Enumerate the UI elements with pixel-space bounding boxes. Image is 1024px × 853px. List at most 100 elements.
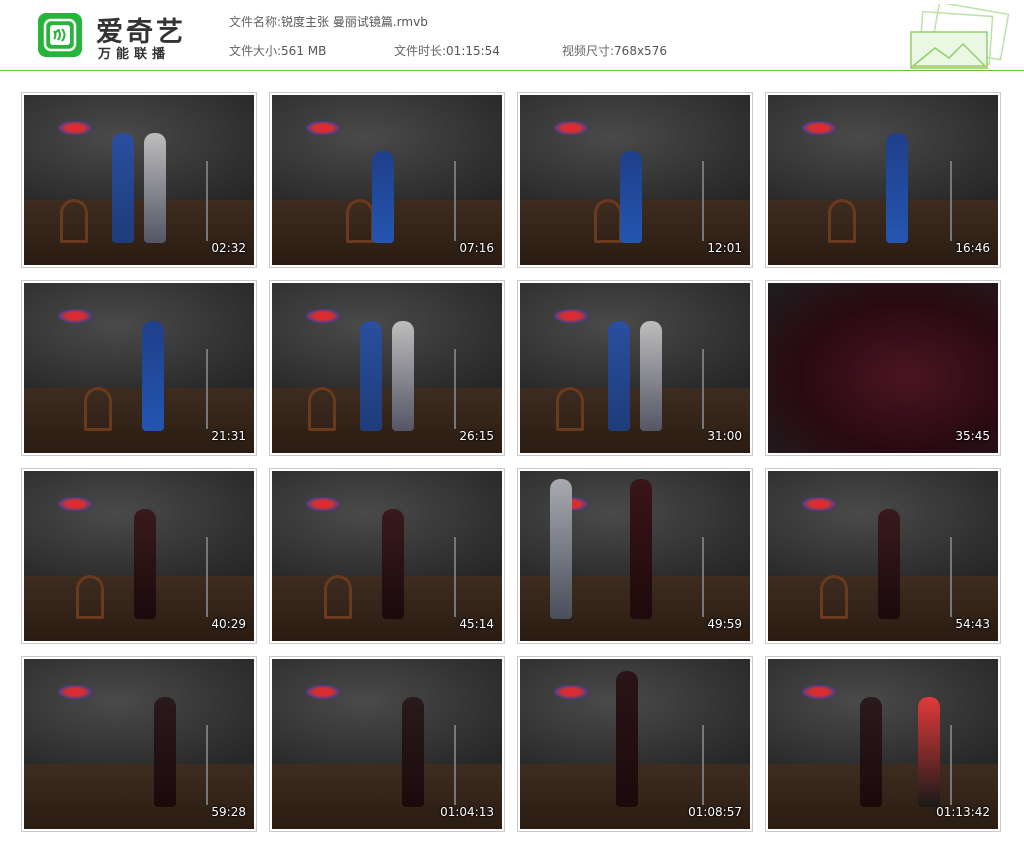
light-stand (206, 161, 208, 241)
video-thumbnail[interactable]: 59:28 (21, 656, 257, 832)
light-stand (454, 161, 456, 241)
header-divider (0, 70, 1024, 71)
chair (308, 387, 336, 431)
person-figure (886, 133, 908, 243)
thumbnail-image: 45:14 (272, 471, 502, 641)
watermark-logo (802, 121, 836, 135)
light-stand (454, 537, 456, 617)
video-thumbnail[interactable]: 12:01 (517, 92, 753, 268)
video-thumbnail[interactable]: 26:15 (269, 280, 505, 456)
light-stand (950, 161, 952, 241)
person-figure (918, 697, 940, 807)
light-stand (702, 161, 704, 241)
floor (520, 388, 750, 453)
file-size-value: 561 MB (281, 44, 327, 58)
timestamp-label: 45:14 (459, 617, 494, 631)
video-thumbnail[interactable]: 01:13:42 (765, 656, 1001, 832)
video-thumbnail[interactable]: 45:14 (269, 468, 505, 644)
video-thumbnail[interactable]: 40:29 (21, 468, 257, 644)
chair (820, 575, 848, 619)
file-size-label: 文件大小: (229, 44, 282, 58)
person-figure (402, 697, 424, 807)
wall (520, 283, 750, 389)
video-thumbnail[interactable]: 01:08:57 (517, 656, 753, 832)
brand-subtitle: 万能联播 (98, 47, 171, 62)
timestamp-label: 01:08:57 (688, 805, 742, 819)
person-figure (372, 151, 394, 243)
person-figure (144, 133, 166, 243)
file-duration-row: 文件时长:01:15:54 (394, 42, 500, 59)
floor (768, 764, 998, 829)
video-thumbnail[interactable]: 01:04:13 (269, 656, 505, 832)
thumbnail-image: 40:29 (24, 471, 254, 641)
person-figure (630, 479, 652, 619)
light-stand (206, 349, 208, 429)
video-dims-row: 视频尺寸:768x576 (562, 42, 667, 59)
watermark-logo (802, 497, 836, 511)
light-stand (950, 725, 952, 805)
light-stand (454, 349, 456, 429)
timestamp-label: 12:01 (707, 241, 742, 255)
thumbnail-image: 21:31 (24, 283, 254, 453)
light-stand (454, 725, 456, 805)
floor (272, 388, 502, 453)
light-stand (206, 725, 208, 805)
video-thumbnail[interactable]: 16:46 (765, 92, 1001, 268)
watermark-logo (554, 685, 588, 699)
person-figure (550, 479, 572, 619)
person-figure (860, 697, 882, 807)
person-figure (382, 509, 404, 619)
person-figure (360, 321, 382, 431)
thumbnail-image: 59:28 (24, 659, 254, 829)
video-dims-value: 768x576 (614, 44, 667, 58)
chair (76, 575, 104, 619)
floor (24, 200, 254, 265)
timestamp-label: 49:59 (707, 617, 742, 631)
video-thumbnail[interactable]: 35:45 (765, 280, 1001, 456)
timestamp-label: 26:15 (459, 429, 494, 443)
video-thumbnail[interactable]: 21:31 (21, 280, 257, 456)
thumbnail-image: 12:01 (520, 95, 750, 265)
thumbnail-image: 01:13:42 (768, 659, 998, 829)
light-stand (702, 537, 704, 617)
timestamp-label: 31:00 (707, 429, 742, 443)
thumbnail-image: 31:00 (520, 283, 750, 453)
thumbnail-image: 54:43 (768, 471, 998, 641)
timestamp-label: 59:28 (211, 805, 246, 819)
watermark-logo (306, 685, 340, 699)
file-name-value: 锐度主张 曼丽试镜篇.rmvb (281, 15, 428, 29)
person-figure (878, 509, 900, 619)
video-thumbnail[interactable]: 54:43 (765, 468, 1001, 644)
light-stand (702, 725, 704, 805)
file-name-row: 文件名称:锐度主张 曼丽试镜篇.rmvb (229, 13, 428, 30)
light-stand (702, 349, 704, 429)
timestamp-label: 01:04:13 (440, 805, 494, 819)
person-figure (154, 697, 176, 807)
person-figure (608, 321, 630, 431)
watermark-logo (58, 121, 92, 135)
video-thumbnail[interactable]: 49:59 (517, 468, 753, 644)
floor (24, 388, 254, 453)
video-thumbnail[interactable]: 31:00 (517, 280, 753, 456)
watermark-logo (554, 309, 588, 323)
chair (324, 575, 352, 619)
thumbnail-image: 16:46 (768, 95, 998, 265)
timestamp-label: 02:32 (211, 241, 246, 255)
file-name-label: 文件名称: (229, 15, 282, 29)
video-thumbnail[interactable]: 02:32 (21, 92, 257, 268)
timestamp-label: 35:45 (955, 429, 990, 443)
video-dims-label: 视频尺寸: (562, 44, 615, 58)
person-figure (620, 151, 642, 243)
wall (768, 95, 998, 201)
person-figure (392, 321, 414, 431)
watermark-logo (306, 121, 340, 135)
wall (24, 283, 254, 389)
timestamp-label: 40:29 (211, 617, 246, 631)
thumbnail-image: 01:04:13 (272, 659, 502, 829)
timestamp-label: 01:13:42 (936, 805, 990, 819)
video-thumbnail[interactable]: 07:16 (269, 92, 505, 268)
floor (768, 200, 998, 265)
watermark-logo (306, 497, 340, 511)
thumbnail-image: 26:15 (272, 283, 502, 453)
chair (828, 199, 856, 243)
